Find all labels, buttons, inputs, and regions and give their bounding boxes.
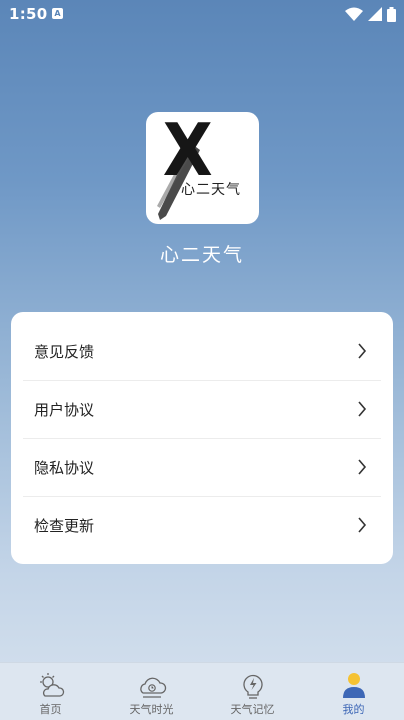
- tab-home[interactable]: 首页: [0, 663, 101, 720]
- menu-item-label: 意见反馈: [34, 342, 95, 361]
- menu-item-check-update[interactable]: 检查更新: [23, 496, 381, 554]
- battery-icon: [387, 6, 396, 22]
- chevron-right-icon: [358, 517, 367, 533]
- chevron-right-icon: [358, 459, 367, 475]
- app-name: 心二天气: [159, 244, 244, 266]
- menu-item-user-agreement[interactable]: 用户协议: [23, 380, 381, 439]
- chevron-right-icon: [358, 343, 367, 359]
- signal-icon: [368, 7, 382, 21]
- lightning-bulb-icon: [243, 674, 263, 699]
- bottom-tab-bar: 首页 天气时光 天气记忆 我的: [0, 662, 404, 720]
- settings-menu: 意见反馈 用户协议 隐私协议 检查更新: [11, 312, 393, 564]
- notification-icon: A: [52, 8, 63, 19]
- person-icon: [343, 673, 365, 698]
- status-bar: 1:50 A: [0, 0, 404, 28]
- app-logo: X 心二天气: [146, 112, 259, 224]
- menu-item-feedback[interactable]: 意见反馈: [23, 322, 381, 381]
- menu-item-privacy-policy[interactable]: 隐私协议: [23, 438, 381, 497]
- logo-letter: X: [162, 112, 213, 192]
- tab-weather-time[interactable]: 天气时光: [101, 663, 202, 720]
- status-indicators: [345, 6, 396, 22]
- logo-text: 心二天气: [181, 182, 241, 198]
- cloud-clock-icon: [140, 677, 167, 698]
- wifi-icon: [345, 7, 363, 21]
- tab-label: 首页: [39, 703, 62, 716]
- menu-item-label: 用户协议: [34, 400, 95, 419]
- sun-cloud-icon: [40, 673, 65, 697]
- chevron-right-icon: [358, 401, 367, 417]
- tab-label: 天气记忆: [230, 703, 275, 716]
- tab-weather-memory[interactable]: 天气记忆: [202, 663, 303, 720]
- status-time: 1:50: [9, 5, 48, 23]
- tab-mine[interactable]: 我的: [303, 663, 404, 720]
- tab-label: 天气时光: [129, 703, 174, 716]
- tab-label: 我的: [342, 703, 365, 716]
- menu-item-label: 隐私协议: [34, 458, 95, 477]
- menu-item-label: 检查更新: [34, 516, 95, 535]
